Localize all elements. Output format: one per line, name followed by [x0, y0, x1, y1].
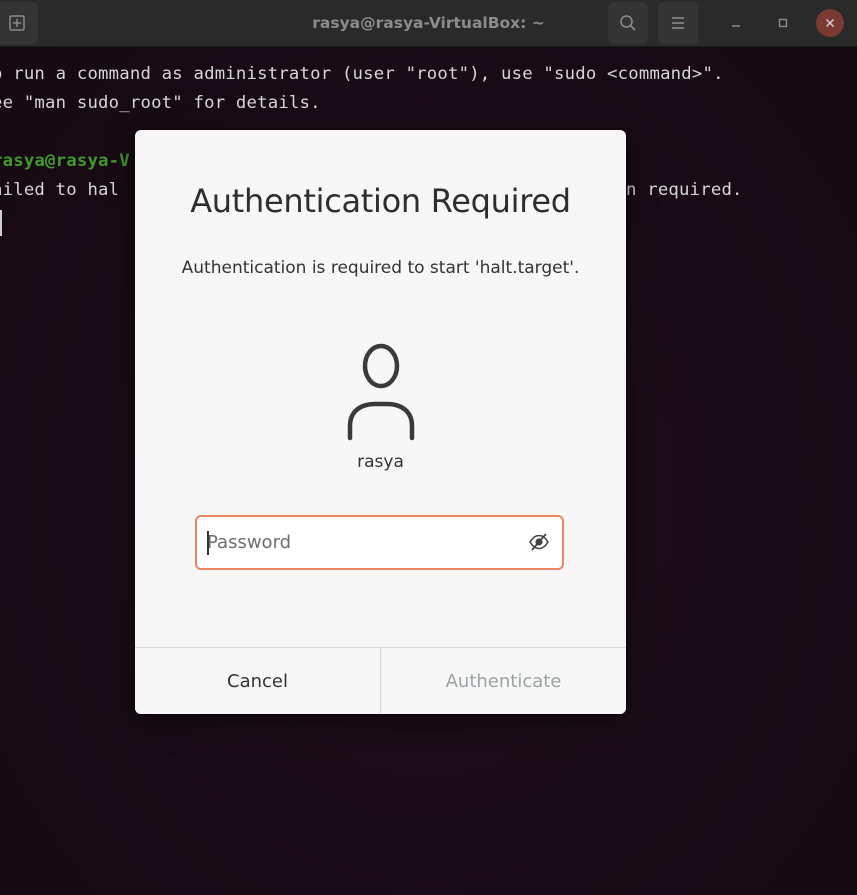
authenticate-button[interactable]: Authenticate	[381, 648, 626, 714]
dialog-title: Authentication Required	[190, 182, 571, 220]
search-button[interactable]	[608, 2, 648, 44]
hamburger-menu-button[interactable]	[658, 2, 698, 44]
password-input[interactable]	[207, 517, 517, 568]
dialog-action-bar: Cancel Authenticate	[135, 647, 626, 714]
authentication-dialog: Authentication Required Authentication i…	[135, 130, 626, 714]
terminal-cursor	[0, 210, 2, 236]
show-password-toggle[interactable]	[526, 529, 552, 555]
maximize-button[interactable]	[768, 8, 798, 38]
hamburger-menu-icon	[672, 17, 684, 29]
new-tab-button[interactable]	[0, 2, 38, 44]
minimize-icon	[732, 25, 740, 27]
close-icon	[825, 18, 835, 28]
minimize-button[interactable]	[721, 8, 751, 38]
cancel-button[interactable]: Cancel	[135, 648, 381, 714]
maximize-icon	[778, 18, 788, 28]
terminal-line: n required.	[626, 180, 743, 200]
text-caret	[207, 531, 209, 555]
close-window-button[interactable]	[816, 9, 844, 37]
terminal-line: ee "man sudo_root" for details.	[0, 93, 321, 113]
terminal-line: o run a command as administrator (user "…	[0, 64, 724, 84]
username-label: rasya	[357, 452, 404, 472]
desktop-screen: rasya@rasya-VirtualBox: ~ o run a comman…	[0, 0, 857, 895]
terminal-headerbar: rasya@rasya-VirtualBox: ~	[0, 0, 857, 47]
password-field[interactable]	[195, 515, 564, 570]
search-icon	[620, 15, 636, 31]
terminal-prompt: rasya@rasya-V	[0, 151, 130, 171]
terminal-line: ailed to hal	[0, 180, 120, 200]
new-tab-icon	[9, 15, 25, 31]
visibility-hidden-icon	[529, 533, 549, 551]
dialog-message: Authentication is required to start 'hal…	[181, 258, 580, 278]
user-avatar-icon	[347, 343, 415, 441]
